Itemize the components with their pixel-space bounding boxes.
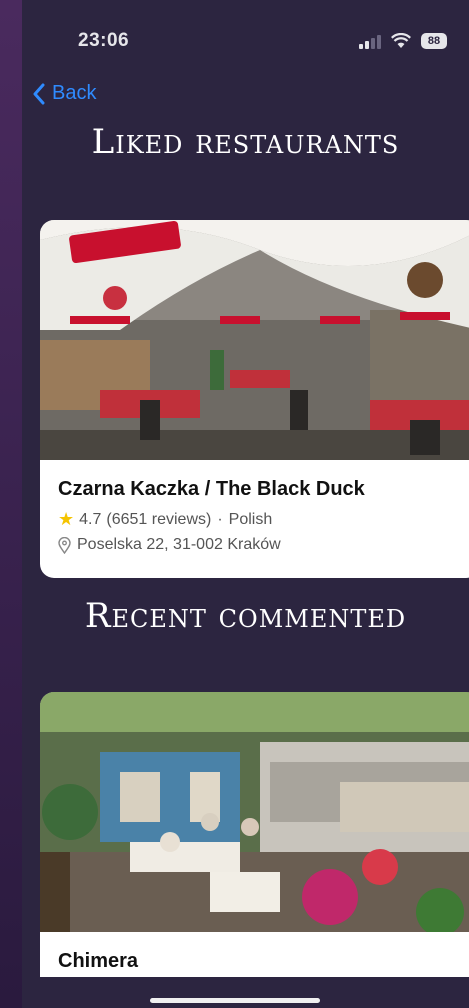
back-button[interactable]: Back: [32, 82, 96, 105]
rating-value: 4.7: [79, 510, 102, 528]
restaurant-photo: [40, 692, 469, 932]
restaurant-photo: [40, 220, 469, 460]
card-body: Chimera: [40, 932, 469, 977]
status-time: 23:06: [78, 30, 130, 51]
status-bar: 23:06 88: [22, 0, 469, 80]
bottom-area: [22, 977, 469, 1008]
chevron-left-icon: [33, 83, 45, 104]
restaurant-address: Poselska 22, 31-002 Kraków: [77, 536, 281, 553]
restaurant-name: Czarna Kaczka / The Black Duck: [58, 478, 365, 500]
location-pin-icon: [58, 536, 71, 554]
app-screen: 23:06 88 Back Liked restaurants Czarna K…: [22, 0, 469, 1008]
battery-icon: 88: [421, 33, 447, 49]
star-icon: ★: [58, 509, 75, 529]
liked-section-title: Liked restaurants: [91, 122, 400, 162]
home-indicator[interactable]: [150, 998, 320, 1003]
liked-restaurant-card[interactable]: Czarna Kaczka / The Black Duck ★ 4.7 (66…: [40, 220, 469, 578]
status-icons: 88: [359, 30, 447, 52]
back-label: Back: [52, 82, 97, 104]
separator-dot: ·: [217, 510, 223, 528]
rating-row: ★ 4.7 (6651 reviews) · Polish: [58, 509, 462, 530]
card-body: Czarna Kaczka / The Black Duck ★ 4.7 (66…: [40, 460, 469, 578]
address-row: Poselska 22, 31-002 Kraków: [58, 536, 462, 554]
review-count: (6651 reviews): [106, 510, 212, 528]
cuisine-label: Polish: [228, 510, 273, 528]
recent-section-title: Recent commented: [84, 596, 407, 636]
restaurant-name: Chimera: [58, 950, 139, 972]
recent-restaurant-card[interactable]: Chimera: [40, 692, 469, 977]
signal-icon: [359, 33, 381, 49]
wifi-icon: [391, 33, 411, 48]
